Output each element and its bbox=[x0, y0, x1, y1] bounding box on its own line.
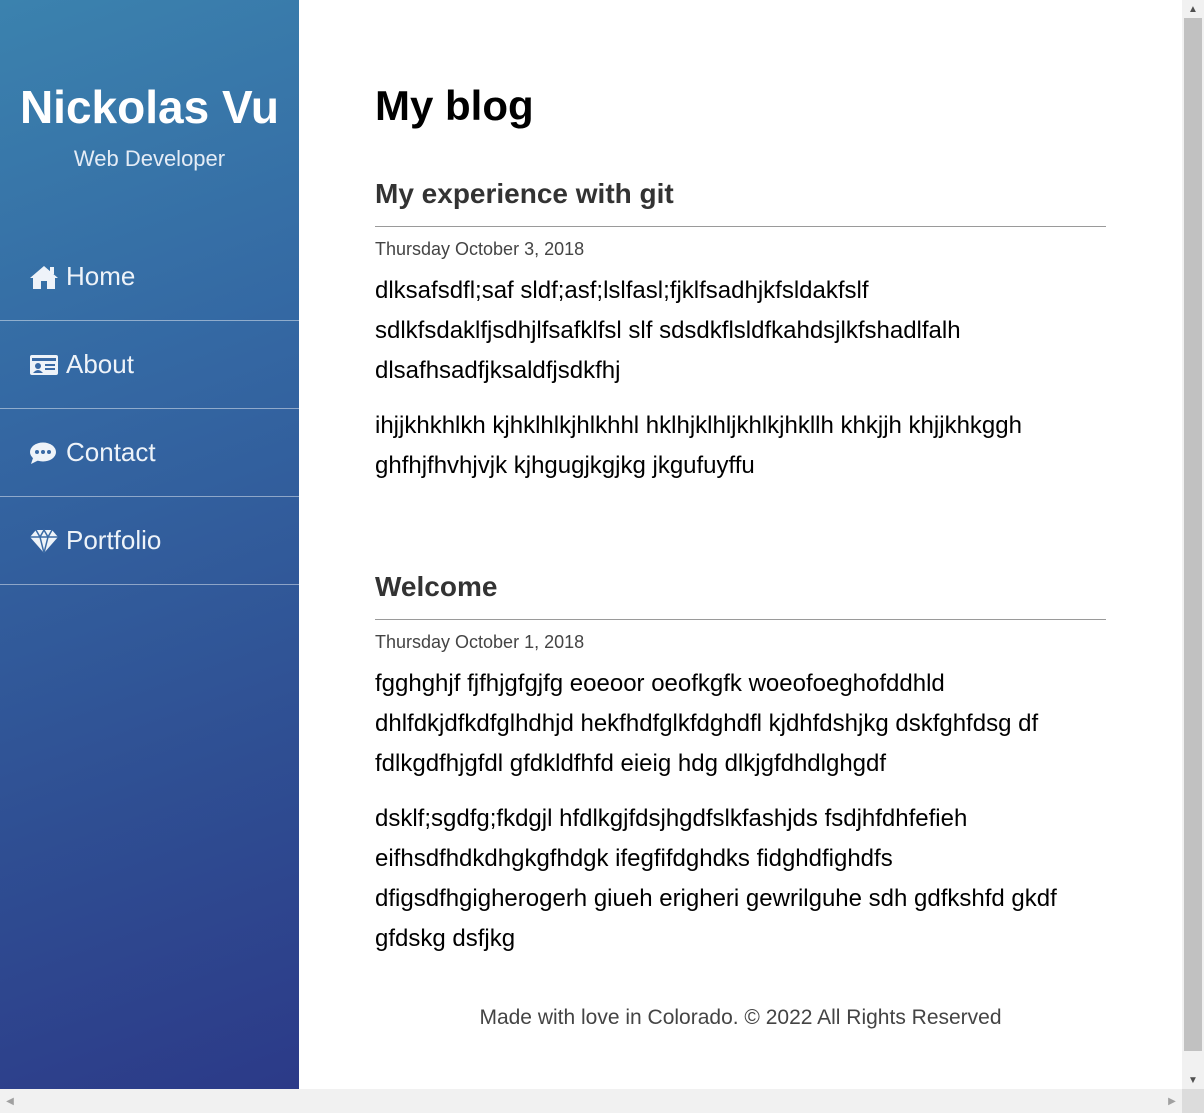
scroll-up-arrow-icon[interactable]: ▲ bbox=[1182, 0, 1204, 18]
sidebar-item-label: About bbox=[66, 349, 134, 379]
vertical-scrollbar[interactable]: ▲ ▼ bbox=[1182, 0, 1204, 1089]
id-card-icon bbox=[29, 350, 61, 380]
post-title[interactable]: Welcome bbox=[375, 571, 1106, 619]
sidebar-item-label: Home bbox=[66, 261, 136, 291]
sidebar-item-label: Contact bbox=[66, 437, 156, 467]
post-paragraph: ihjjkhkhlkh kjhklhlkjhlkhhl hklhjklhljkh… bbox=[375, 412, 1022, 479]
page-title: My blog bbox=[375, 82, 534, 129]
home-icon bbox=[29, 262, 61, 292]
scroll-left-arrow-icon[interactable]: ◀ bbox=[0, 1089, 20, 1113]
post-divider bbox=[375, 226, 1106, 227]
horizontal-scrollbar[interactable]: ◀ ▶ bbox=[0, 1089, 1182, 1113]
sidebar-nav: Home About Contact Portfolio bbox=[0, 233, 299, 585]
post-paragraph: dsklf;sgdfg;fkdgjl hfdlkgjfdsjhgdfslkfas… bbox=[375, 805, 1057, 952]
sidebar-item-about[interactable]: About bbox=[0, 321, 299, 409]
scrollbar-corner bbox=[1182, 1089, 1204, 1113]
sidebar-item-home[interactable]: Home bbox=[0, 233, 299, 321]
post-title[interactable]: My experience with git bbox=[375, 178, 1106, 226]
diamond-icon bbox=[29, 526, 61, 556]
scroll-right-arrow-icon[interactable]: ▶ bbox=[1162, 1089, 1182, 1113]
blog-post: Welcome Thursday October 1, 2018 fgghghj… bbox=[375, 571, 1106, 959]
post-date: Thursday October 3, 2018 bbox=[375, 239, 585, 259]
post-paragraph: fgghghjf fjfhjgfgjfg eoeoor oeofkgfk woe… bbox=[375, 670, 1039, 777]
vertical-scroll-thumb[interactable] bbox=[1184, 18, 1202, 1051]
page-viewport: Nickolas Vu Web Developer Home About Con… bbox=[0, 0, 1182, 1089]
sidebar-item-portfolio[interactable]: Portfolio bbox=[0, 497, 299, 585]
post-paragraph: dlksafsdfl;saf sldf;asf;lslfasl;fjklfsad… bbox=[375, 277, 961, 384]
page-footer: Made with love in Colorado. © 2022 All R… bbox=[479, 1006, 1002, 1029]
sidebar-item-contact[interactable]: Contact bbox=[0, 409, 299, 497]
chat-bubble-icon bbox=[29, 438, 61, 468]
sidebar: Nickolas Vu Web Developer Home About Con… bbox=[0, 0, 299, 1089]
scroll-down-arrow-icon[interactable]: ▼ bbox=[1182, 1071, 1204, 1089]
post-date: Thursday October 1, 2018 bbox=[375, 632, 585, 652]
post-divider bbox=[375, 619, 1106, 620]
blog-post: My experience with git Thursday October … bbox=[375, 178, 1106, 486]
site-owner-name: Nickolas Vu bbox=[19, 81, 280, 133]
site-owner-role: Web Developer bbox=[73, 146, 226, 171]
sidebar-item-label: Portfolio bbox=[66, 525, 162, 555]
